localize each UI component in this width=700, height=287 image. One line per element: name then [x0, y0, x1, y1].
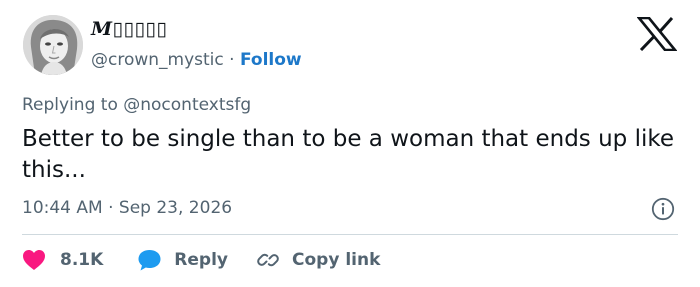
info-icon[interactable]	[651, 197, 675, 221]
meta-separator: ·	[108, 198, 114, 218]
x-logo-icon[interactable]	[636, 16, 678, 52]
follow-button[interactable]: Follow	[240, 50, 302, 70]
action-bar: 8.1K Reply Copy link	[22, 246, 380, 274]
tweet-date[interactable]: Sep 23, 2026	[119, 198, 232, 218]
avatar[interactable]	[23, 15, 83, 75]
author-handle[interactable]: @crown_mystic	[91, 50, 224, 70]
tweet-time[interactable]: 10:44 AM	[22, 198, 103, 218]
author-handle-line: @crown_mystic · Follow	[91, 48, 302, 72]
copy-link-label: Copy link	[292, 250, 381, 270]
heart-icon	[23, 250, 45, 270]
author-display-name[interactable]: M▯▯▯▯▯	[91, 17, 167, 41]
tweet-card: M▯▯▯▯▯ @crown_mystic · Follow Replying t…	[0, 0, 700, 287]
speech-bubble-icon	[138, 250, 161, 271]
reply-label: Reply	[174, 250, 228, 270]
divider	[22, 234, 678, 235]
reply-button[interactable]: Reply	[137, 248, 228, 272]
handle-separator: ·	[229, 50, 235, 70]
replying-to-prefix: Replying to	[22, 95, 118, 115]
like-button[interactable]: 8.1K	[22, 249, 103, 271]
tweet-text: Better to be single than to be a woman t…	[22, 126, 675, 183]
like-count: 8.1K	[60, 250, 104, 270]
tweet-meta: 10:44 AM · Sep 23, 2026	[22, 196, 232, 220]
replying-to: Replying to @nocontextsfg	[22, 93, 251, 117]
replying-to-handle[interactable]: @nocontextsfg	[123, 95, 251, 115]
link-icon	[257, 253, 279, 267]
copy-link-button[interactable]: Copy link	[256, 248, 380, 272]
